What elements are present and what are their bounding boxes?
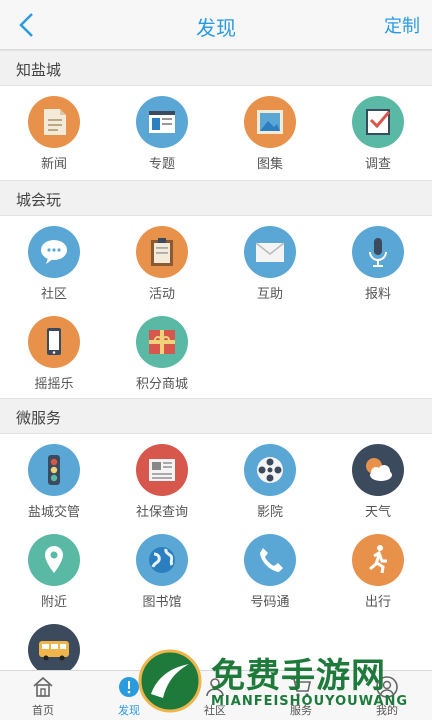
tab-discover[interactable]: 发现 [86, 671, 172, 720]
tab-me[interactable]: 我的 [344, 671, 430, 720]
globe-icon [136, 534, 188, 586]
section-title: 知盐城 [16, 61, 62, 79]
tile-label: 号码通 [250, 595, 290, 610]
tile-label: 附近 [40, 595, 67, 610]
tab-label: 服务 [290, 704, 312, 717]
tile-social-security[interactable]: 社保查询 [108, 438, 216, 528]
envelope-icon [244, 226, 296, 278]
gallery-icon [244, 96, 296, 148]
tab-label: 社区 [204, 704, 226, 717]
bus-icon [28, 624, 80, 676]
tile-label: 专题 [148, 157, 175, 172]
traffic-light-icon [28, 444, 80, 496]
tile-gallery[interactable]: 图集 [216, 90, 324, 180]
tile-weather[interactable]: 天气 [324, 438, 432, 528]
section-header-cheng-hui-wan: 城会玩 [0, 180, 432, 216]
topics-icon [136, 96, 188, 148]
tile-phone-number[interactable]: 号码通 [216, 528, 324, 618]
tile-label: 天气 [364, 505, 391, 520]
tab-label: 发现 [118, 704, 140, 717]
customize-button[interactable]: 定制 [384, 12, 420, 38]
tile-community[interactable]: 社区 [0, 220, 108, 310]
discover-icon [119, 677, 139, 697]
tile-survey[interactable]: 调查 [324, 90, 432, 180]
microphone-icon [352, 226, 404, 278]
tab-home[interactable]: 首页 [0, 671, 86, 720]
tile-activity[interactable]: 活动 [108, 220, 216, 310]
tab-label: 我的 [376, 704, 398, 717]
tile-report[interactable]: 报料 [324, 220, 432, 310]
tile-label: 影院 [256, 505, 283, 520]
tile-cinema[interactable]: 影院 [216, 438, 324, 528]
tile-traffic[interactable]: 盐城交管 [0, 438, 108, 528]
section-title: 城会玩 [16, 191, 62, 209]
tile-label: 图集 [256, 157, 283, 172]
section-title: 微服务 [16, 409, 62, 427]
gift-icon [136, 316, 188, 368]
tile-label: 互助 [256, 287, 283, 302]
weather-cloud-icon [352, 444, 404, 496]
tile-label: 调查 [364, 157, 391, 172]
tile-points-mall[interactable]: 积分商城 [108, 310, 216, 400]
tile-travel[interactable]: 出行 [324, 528, 432, 618]
section-header-zhi-yancheng: 知盐城 [0, 50, 432, 86]
top-bar: 发现 定制 [0, 0, 432, 50]
tile-topics[interactable]: 专题 [108, 90, 216, 180]
tile-label: 摇摇乐 [34, 377, 74, 392]
news-icon [28, 96, 80, 148]
tab-community[interactable]: 社区 [172, 671, 258, 720]
running-person-icon [352, 534, 404, 586]
tile-label: 新闻 [40, 157, 67, 172]
tile-label: 出行 [364, 595, 391, 610]
tile-label: 活动 [148, 287, 175, 302]
cart-icon [291, 678, 311, 697]
tile-label: 积分商城 [135, 377, 188, 392]
chat-bubble-icon [28, 226, 80, 278]
bottom-tab-bar: 首页 发现 社区 服务 我的 [0, 670, 432, 720]
tile-label: 社区 [40, 287, 67, 302]
home-icon [33, 676, 53, 697]
tile-news[interactable]: 新闻 [0, 90, 108, 180]
section-header-wei-fuwu: 微服务 [0, 398, 432, 434]
clipboard-icon [136, 226, 188, 278]
newspaper-icon [136, 444, 188, 496]
tile-label: 社保查询 [135, 505, 188, 520]
tile-label: 报料 [364, 287, 391, 302]
tab-label: 首页 [32, 704, 54, 717]
tile-mutual-help[interactable]: 互助 [216, 220, 324, 310]
tile-nearby[interactable]: 附近 [0, 528, 108, 618]
film-reel-icon [244, 444, 296, 496]
tile-library[interactable]: 图书馆 [108, 528, 216, 618]
tile-shake[interactable]: 摇摇乐 [0, 310, 108, 400]
telephone-handset-icon [244, 534, 296, 586]
page-title: 发现 [196, 16, 236, 40]
people-icon [206, 678, 224, 697]
survey-icon [352, 96, 404, 148]
phone-icon [28, 316, 80, 368]
tile-label: 图书馆 [142, 595, 182, 610]
tab-services[interactable]: 服务 [258, 671, 344, 720]
tile-label: 盐城交管 [27, 505, 80, 520]
profile-icon [376, 676, 398, 698]
location-pin-icon [28, 534, 80, 586]
